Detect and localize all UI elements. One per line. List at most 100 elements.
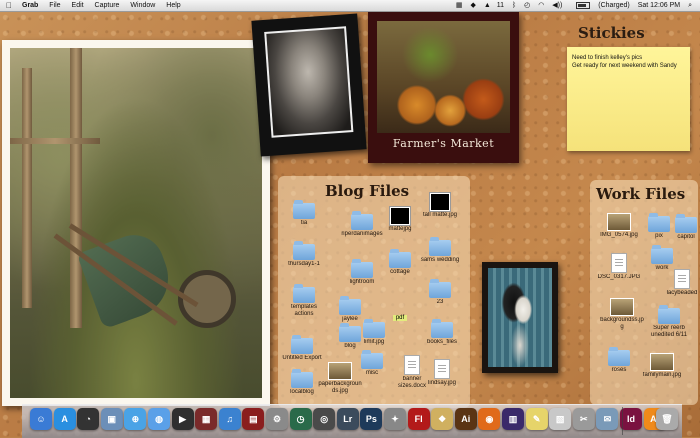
pdf-label: pdf bbox=[392, 315, 408, 321]
app-store-icon[interactable]: A bbox=[53, 408, 76, 430]
menu-bar:  Grab File Edit Capture Window Help ▦ ◆… bbox=[0, 0, 700, 12]
time-machine-icon[interactable]: ◷ bbox=[289, 408, 312, 430]
stickies-title: Stickies bbox=[578, 24, 645, 42]
folder-icon bbox=[293, 241, 315, 260]
folder-icon bbox=[293, 200, 315, 219]
dashboard-icon[interactable]: ◔ bbox=[77, 408, 100, 430]
folder-icon bbox=[651, 245, 673, 264]
trash-icon[interactable]: 🗑 bbox=[656, 408, 678, 430]
dropbox-icon[interactable]: ▦ bbox=[456, 2, 463, 9]
desktop-item[interactable]: tia bbox=[282, 200, 326, 227]
desktop-item-label: mattejpg bbox=[388, 226, 412, 232]
adobe-icon[interactable]: ◆ bbox=[470, 2, 475, 9]
desktop-item[interactable]: backgroundss.jpg bbox=[600, 298, 644, 331]
photo-file-icon bbox=[328, 362, 352, 380]
desktop-item[interactable]: 23 bbox=[418, 279, 462, 306]
system-preferences-icon[interactable]: ⚙ bbox=[266, 408, 288, 430]
menu-edit[interactable]: Edit bbox=[72, 2, 84, 9]
lightroom-icon[interactable]: Lr bbox=[336, 408, 359, 430]
timemachine-icon[interactable]: ◴ bbox=[524, 2, 530, 9]
ichat-icon[interactable]: ◍ bbox=[148, 408, 170, 430]
desktop-item[interactable]: IMG_0574.jpg bbox=[597, 213, 641, 239]
rocket-icon[interactable]: ✦ bbox=[384, 408, 406, 430]
desktop-item-label: 23 bbox=[436, 299, 444, 305]
desktop-item-label: DSC_0317.JPG bbox=[597, 274, 641, 280]
photo-file-icon bbox=[650, 353, 674, 371]
clock[interactable]: Sat 12:06 PM bbox=[638, 2, 680, 9]
illustrator-icon[interactable]: Ai bbox=[454, 408, 477, 430]
desktop-item[interactable]: templates actions bbox=[282, 284, 326, 318]
ios-icon[interactable]: ◎ bbox=[313, 408, 336, 430]
desktop-item-label: templates actions bbox=[290, 304, 317, 317]
desktop-item-label: lightroom bbox=[349, 279, 375, 285]
menu-app-name[interactable]: Grab bbox=[22, 2, 38, 9]
desktop-item-label: Untitled Export bbox=[282, 355, 322, 361]
menu-help[interactable]: Help bbox=[166, 2, 180, 9]
safari-icon[interactable]: ⊕ bbox=[124, 408, 147, 430]
desktop-item[interactable]: capitol bbox=[664, 214, 700, 241]
menu-capture[interactable]: Capture bbox=[95, 2, 120, 9]
farmers-market-photo: Farmer's Market bbox=[368, 12, 519, 163]
folder-icon bbox=[658, 305, 680, 324]
desktop-item[interactable]: lacybeaded bbox=[660, 269, 700, 297]
facetime-icon[interactable]: ▶ bbox=[171, 408, 194, 430]
desktop-item[interactable]: misc bbox=[350, 350, 394, 377]
preview-stack-icon[interactable]: ▧ bbox=[549, 408, 572, 430]
firefox-icon[interactable]: ◉ bbox=[478, 408, 501, 430]
desktop-item[interactable]: familymain.jpg bbox=[640, 353, 684, 379]
spotlight-icon[interactable]: ⌕ bbox=[688, 2, 692, 9]
desktop-item[interactable]: cottage bbox=[378, 249, 422, 276]
battery-status: (Charged) bbox=[598, 2, 630, 9]
desktop-item[interactable]: books_files bbox=[420, 319, 464, 346]
photo-booth-icon[interactable]: ▦ bbox=[195, 408, 218, 430]
bird-photo bbox=[488, 268, 552, 367]
portrait-photo bbox=[266, 28, 352, 136]
grab-icon[interactable]: ✂ bbox=[572, 408, 595, 430]
wifi-icon[interactable]: ◠ bbox=[538, 2, 544, 9]
garden-photo bbox=[10, 48, 262, 398]
photoshop-icon[interactable]: Ps bbox=[360, 408, 383, 430]
desktop-item[interactable]: lindsay.jpg bbox=[420, 359, 464, 387]
desktop-item-label: IMG_0574.jpg bbox=[600, 232, 638, 238]
desktop-item-label: sams wedding bbox=[420, 257, 460, 263]
desktop-item[interactable]: tall matte.jpg bbox=[418, 193, 462, 219]
volume-icon[interactable]: ◀)) bbox=[552, 2, 562, 9]
desktop-item[interactable]: Untitled Export bbox=[280, 335, 324, 362]
desktop-item[interactable]: Super reerb unedited 6/11 bbox=[647, 305, 691, 339]
portrait-photo-frame bbox=[251, 13, 367, 157]
bluetooth-icon[interactable]: ᛒ bbox=[512, 2, 516, 9]
finder-icon[interactable]: ☺ bbox=[30, 408, 52, 430]
preview-dark-icon[interactable]: ▤ bbox=[242, 408, 265, 430]
indesign-icon[interactable]: Id bbox=[620, 408, 642, 430]
desktop-item[interactable]: roses bbox=[597, 347, 641, 374]
market-produce-image bbox=[377, 21, 510, 133]
dock: ☺ A ◔ ▣ ⊕ ◍ ▶ ▦ ♫ ▤ ⚙ ◷ ◎ Lr Ps ✦ Fl ❖ Ai ◉ ▥ ✎ ▧ ✂ ✉ Id Ai 🗑 bbox=[22, 404, 682, 438]
dock-separator bbox=[622, 407, 623, 435]
sticky-line-2: Get ready for next weekend with Sandy bbox=[572, 63, 677, 69]
mail-icon[interactable]: ✉ bbox=[596, 408, 619, 430]
flash-icon[interactable]: Fl bbox=[407, 408, 430, 430]
sticky-note[interactable]: Need to finish kelley's pics Get ready f… bbox=[567, 47, 690, 151]
battery-icon[interactable] bbox=[570, 1, 591, 9]
desktop-item[interactable]: sams wedding bbox=[418, 237, 462, 264]
desktop-item[interactable]: mattejpg bbox=[378, 207, 422, 233]
desktop-item-label: paperbackgrounds.jpg bbox=[318, 381, 362, 394]
apple-menu-icon[interactable]:  bbox=[6, 0, 12, 11]
desktop-item[interactable]: blog bbox=[328, 323, 372, 350]
stickies-icon[interactable]: ✎ bbox=[525, 408, 548, 430]
sync-count[interactable]: ▲ 11 bbox=[484, 2, 504, 9]
desktop-item-label: lindsay.jpg bbox=[428, 380, 456, 386]
folder-icon bbox=[429, 237, 451, 256]
folder-icon bbox=[351, 259, 373, 278]
color-sync-icon[interactable]: ❖ bbox=[431, 408, 454, 430]
app-purple-icon[interactable]: ▥ bbox=[502, 408, 524, 430]
desktop-item[interactable]: DSC_0317.JPG bbox=[597, 253, 641, 281]
desktop-item[interactable]: thursday1-1 bbox=[282, 241, 326, 268]
market-caption: Farmer's Market bbox=[392, 137, 495, 150]
menu-file[interactable]: File bbox=[49, 2, 60, 9]
preview-icon[interactable]: ▣ bbox=[100, 408, 123, 430]
itunes-icon[interactable]: ♫ bbox=[218, 408, 241, 430]
desktop-item-label: blog bbox=[344, 343, 356, 349]
menu-window[interactable]: Window bbox=[130, 2, 155, 9]
folder-icon bbox=[431, 319, 453, 338]
